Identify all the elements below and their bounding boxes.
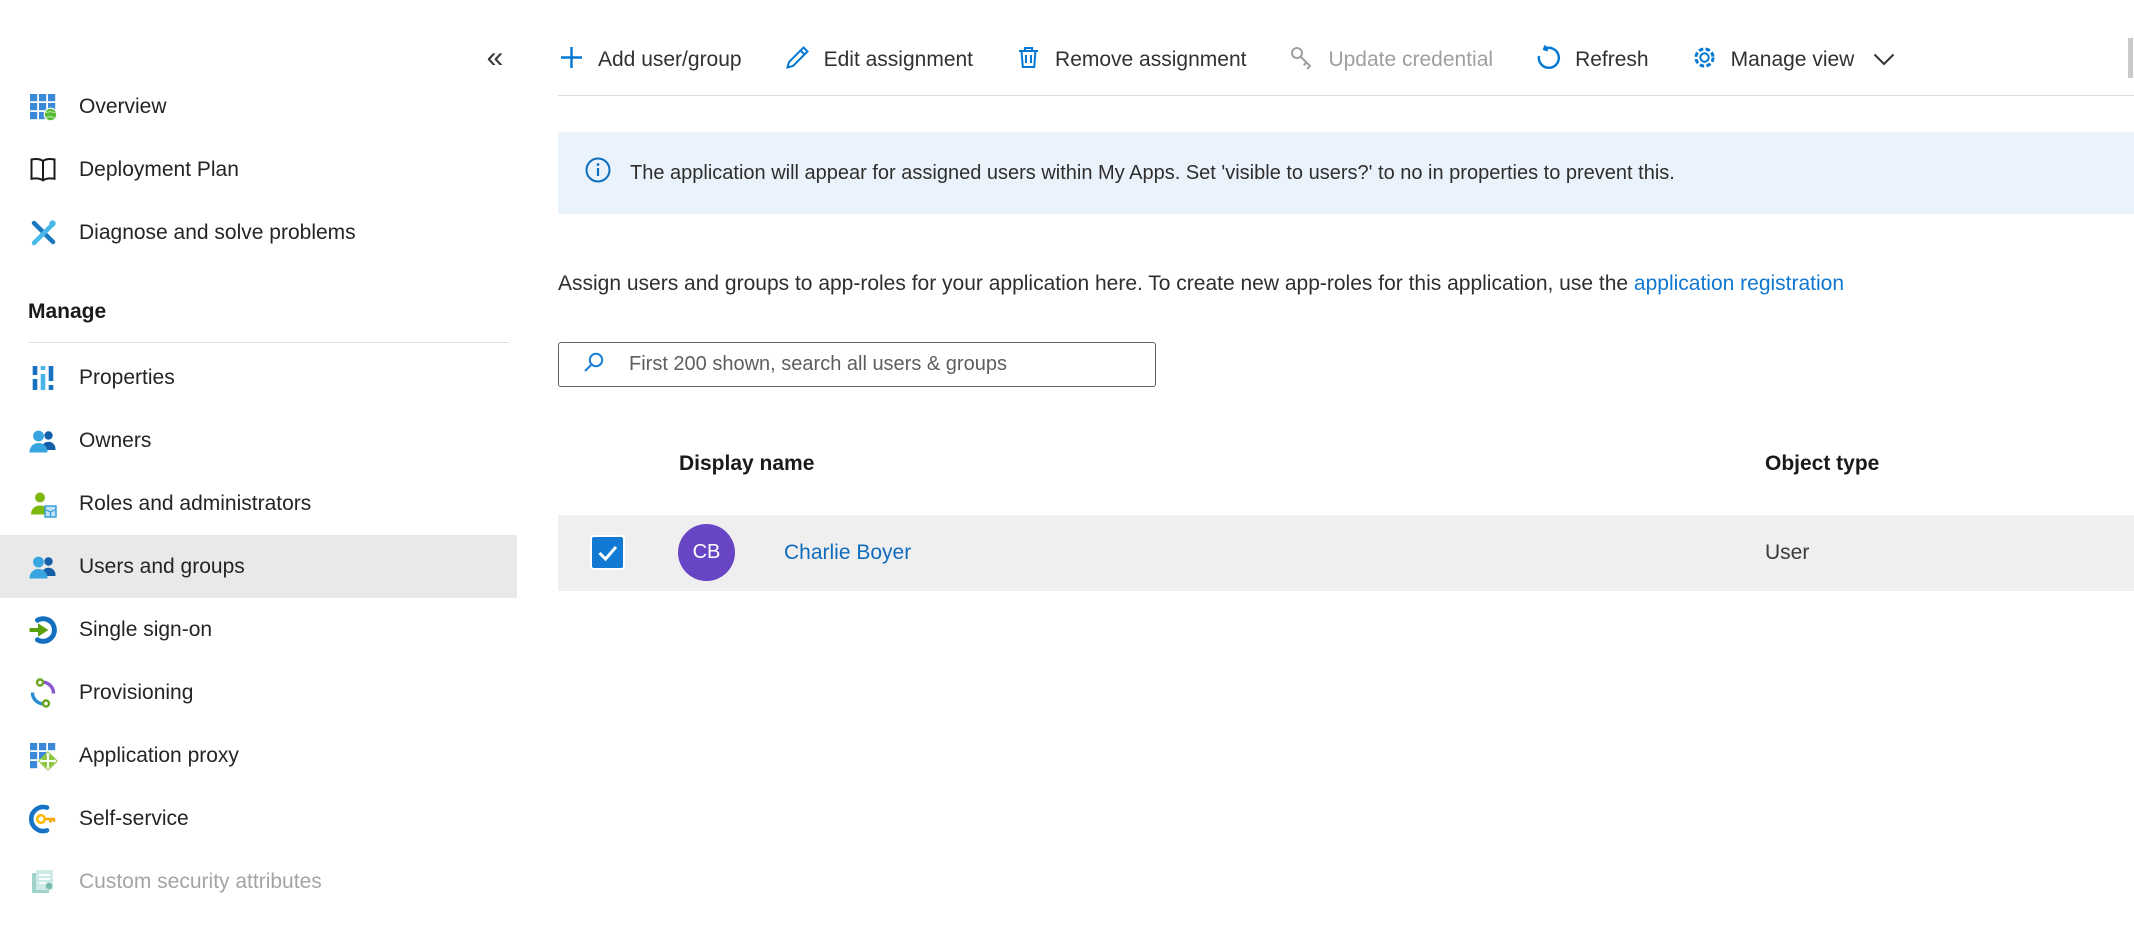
table-row[interactable]: CB Charlie Boyer User — [558, 515, 2134, 591]
column-header-object-type: Object type — [1765, 452, 1879, 476]
info-banner-text: The application will appear for assigned… — [630, 162, 1675, 185]
button-label: Refresh — [1575, 48, 1649, 72]
chevron-down-icon — [1873, 53, 1895, 67]
sidebar-item-label: Overview — [79, 95, 167, 119]
people-icon — [28, 552, 58, 582]
object-type-value: User — [1765, 515, 1809, 591]
collapse-sidebar-button[interactable]: « — [478, 38, 512, 78]
person-cube-icon — [28, 489, 58, 519]
search-box — [558, 342, 1156, 387]
refresh-button[interactable]: Refresh — [1535, 44, 1649, 77]
search-input[interactable] — [629, 343, 1145, 386]
sidebar-item-label: Roles and administrators — [79, 492, 311, 516]
open-book-icon — [28, 155, 58, 185]
sidebar-item-label: Deployment Plan — [79, 158, 239, 182]
sidebar-item-label: Single sign-on — [79, 618, 212, 642]
manage-view-button[interactable]: Manage view — [1691, 44, 1896, 77]
row-checkbox[interactable] — [590, 535, 625, 570]
sidebar-item-label: Properties — [79, 366, 175, 390]
button-label: Manage view — [1731, 48, 1855, 72]
app-grid-globe-icon — [28, 92, 58, 122]
sidebar-item-diagnose[interactable]: Diagnose and solve problems — [0, 201, 517, 264]
info-circle-icon — [584, 156, 612, 190]
sidebar-item-label: Application proxy — [79, 744, 239, 768]
attributes-document-icon — [28, 867, 58, 897]
sign-in-circle-icon — [28, 615, 58, 645]
search-icon — [581, 349, 607, 380]
info-banner: The application will appear for assigned… — [558, 132, 2134, 214]
sidebar-item-label: Owners — [79, 429, 151, 453]
sidebar-divider — [28, 342, 509, 343]
sidebar-item-label: Diagnose and solve problems — [79, 221, 356, 245]
plus-icon — [558, 44, 585, 77]
avatar: CB — [678, 524, 735, 581]
update-credential-button: Update credential — [1288, 44, 1493, 77]
sidebar-item-properties[interactable]: Properties — [0, 346, 517, 409]
circle-key-icon — [28, 804, 58, 834]
sidebar-item-self-service[interactable]: Self-service — [0, 787, 517, 850]
sidebar-item-single-sign-on[interactable]: Single sign-on — [0, 598, 517, 661]
sidebar: Overview Deployment Plan Diagnose and so… — [0, 0, 517, 946]
remove-assignment-button[interactable]: Remove assignment — [1015, 44, 1246, 77]
people-icon — [28, 426, 58, 456]
command-bar: Add user/group Edit assignment Remove as… — [558, 28, 2134, 92]
sidebar-item-label: Self-service — [79, 807, 189, 831]
column-header-display-name: Display name — [679, 452, 814, 476]
sidebar-item-users-groups[interactable]: Users and groups — [0, 535, 517, 598]
sidebar-item-provisioning[interactable]: Provisioning — [0, 661, 517, 724]
sidebar-item-overview[interactable]: Overview — [0, 75, 517, 138]
sidebar-item-label: Provisioning — [79, 681, 193, 705]
sidebar-item-roles-administrators[interactable]: Roles and administrators — [0, 472, 517, 535]
sidebar-item-application-proxy[interactable]: Application proxy — [0, 724, 517, 787]
refresh-icon — [1535, 44, 1562, 77]
sidebar-item-label: Custom security attributes — [79, 870, 322, 894]
gear-icon — [1691, 44, 1718, 77]
button-label: Edit assignment — [824, 48, 973, 72]
sliders-icon — [28, 363, 58, 393]
sidebar-item-custom-security-attributes: Custom security attributes — [0, 850, 517, 913]
key-icon — [1288, 44, 1315, 77]
command-bar-divider — [558, 95, 2134, 96]
trash-icon — [1015, 44, 1042, 77]
edit-assignment-button[interactable]: Edit assignment — [784, 44, 973, 77]
sidebar-item-owners[interactable]: Owners — [0, 409, 517, 472]
sync-arrows-icon — [28, 678, 58, 708]
crossed-tools-icon — [28, 218, 58, 248]
sidebar-item-label: Users and groups — [79, 555, 245, 579]
vertical-scrollbar[interactable] — [2128, 38, 2133, 78]
add-user-group-button[interactable]: Add user/group — [558, 44, 742, 77]
sidebar-item-deployment-plan[interactable]: Deployment Plan — [0, 138, 517, 201]
button-label: Remove assignment — [1055, 48, 1246, 72]
pencil-icon — [784, 44, 811, 77]
intro-paragraph: Assign users and groups to app-roles for… — [558, 272, 2134, 296]
user-display-name-link[interactable]: Charlie Boyer — [784, 515, 911, 591]
intro-text: Assign users and groups to app-roles for… — [558, 272, 1634, 295]
double-chevron-left-icon: « — [487, 41, 504, 75]
application-registration-link[interactable]: application registration — [1634, 272, 1844, 295]
button-label: Update credential — [1328, 48, 1493, 72]
sidebar-section-manage: Manage — [0, 288, 517, 336]
grid-diamond-arrows-icon — [28, 741, 58, 771]
button-label: Add user/group — [598, 48, 742, 72]
